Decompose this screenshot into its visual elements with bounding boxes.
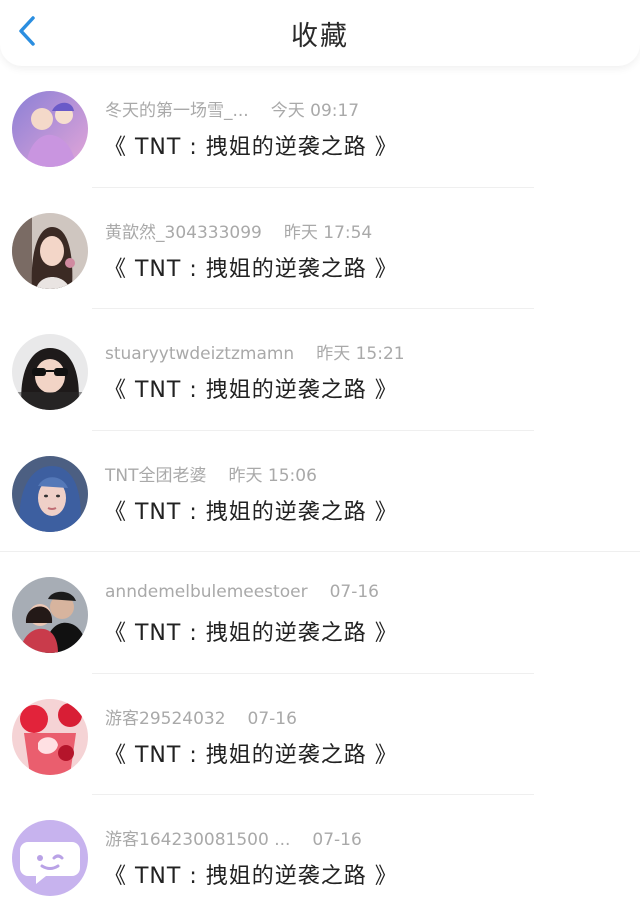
story-title[interactable]: 《 TNT : 拽姐的逆袭之路 》: [104, 129, 398, 161]
story-title[interactable]: 《 TNT : 拽姐的逆袭之路 》: [104, 372, 398, 404]
avatar[interactable]: [12, 820, 88, 896]
username: stuaryytwdeiztzmamn: [105, 344, 295, 364]
timestamp: 07-16: [312, 830, 362, 850]
list-item[interactable]: 游客164230081500 ... 07-16 《 TNT : 拽姐的逆袭之路…: [0, 795, 640, 917]
story-title[interactable]: 《 TNT : 拽姐的逆袭之路 》: [104, 858, 398, 890]
username: TNT全团老婆: [105, 465, 207, 486]
avatar[interactable]: [12, 577, 88, 653]
timestamp: 昨天 15:06: [228, 465, 317, 486]
item-meta: 冬天的第一场雪_... 今天 09:17: [105, 96, 625, 121]
username: 游客164230081500 ...: [105, 830, 291, 850]
page-title: 收藏: [291, 21, 349, 52]
timestamp: 07-16: [329, 582, 379, 602]
timestamp: 07-16: [247, 708, 297, 729]
timestamp: 今天 09:17: [270, 101, 360, 121]
avatar[interactable]: [12, 212, 88, 289]
item-meta: anndemelbulemeestoer 07-16: [105, 582, 625, 602]
avatar[interactable]: [12, 91, 88, 167]
avatar[interactable]: [12, 698, 88, 775]
list-item[interactable]: stuaryytwdeiztzmamn 昨天 15:21 《 TNT : 拽姐的…: [0, 309, 640, 431]
item-meta: TNT全团老婆 昨天 15:06: [105, 461, 625, 486]
item-meta: 游客164230081500 ... 07-16: [105, 825, 625, 850]
avatar[interactable]: [12, 455, 88, 532]
list-item[interactable]: 游客29524032 07-16 《 TNT : 拽姐的逆袭之路 》: [0, 674, 640, 795]
story-title[interactable]: 《 TNT : 拽姐的逆袭之路 》: [104, 737, 398, 769]
list-item[interactable]: 冬天的第一场雪_... 今天 09:17 《 TNT : 拽姐的逆袭之路 》: [0, 66, 640, 188]
username: anndemelbulemeestoer: [105, 582, 308, 602]
timestamp: 昨天 17:54: [283, 222, 373, 243]
username: 游客29524032: [105, 708, 226, 729]
item-meta: 黄歆然_304333099 昨天 17:54: [105, 218, 625, 243]
list-item[interactable]: TNT全团老婆 昨天 15:06 《 TNT : 拽姐的逆袭之路 》: [0, 431, 640, 552]
avatar[interactable]: [12, 334, 88, 410]
favorites-list: 冬天的第一场雪_... 今天 09:17 《 TNT : 拽姐的逆袭之路 》 黄…: [0, 66, 640, 917]
story-title[interactable]: 《 TNT : 拽姐的逆袭之路 》: [104, 251, 398, 283]
list-item[interactable]: anndemelbulemeestoer 07-16 《 TNT : 拽姐的逆袭…: [0, 552, 640, 674]
list-item[interactable]: 黄歆然_304333099 昨天 17:54 《 TNT : 拽姐的逆袭之路 》: [0, 188, 640, 309]
item-meta: stuaryytwdeiztzmamn 昨天 15:21: [105, 339, 625, 364]
story-title[interactable]: 《 TNT : 拽姐的逆袭之路 》: [104, 615, 398, 647]
item-meta: 游客29524032 07-16: [105, 704, 625, 729]
username: 冬天的第一场雪_...: [105, 101, 249, 121]
top-bar: 收藏: [0, 0, 640, 66]
story-title[interactable]: 《 TNT : 拽姐的逆袭之路 》: [104, 494, 398, 526]
username: 黄歆然_304333099: [105, 222, 262, 243]
timestamp: 昨天 15:21: [316, 344, 405, 364]
